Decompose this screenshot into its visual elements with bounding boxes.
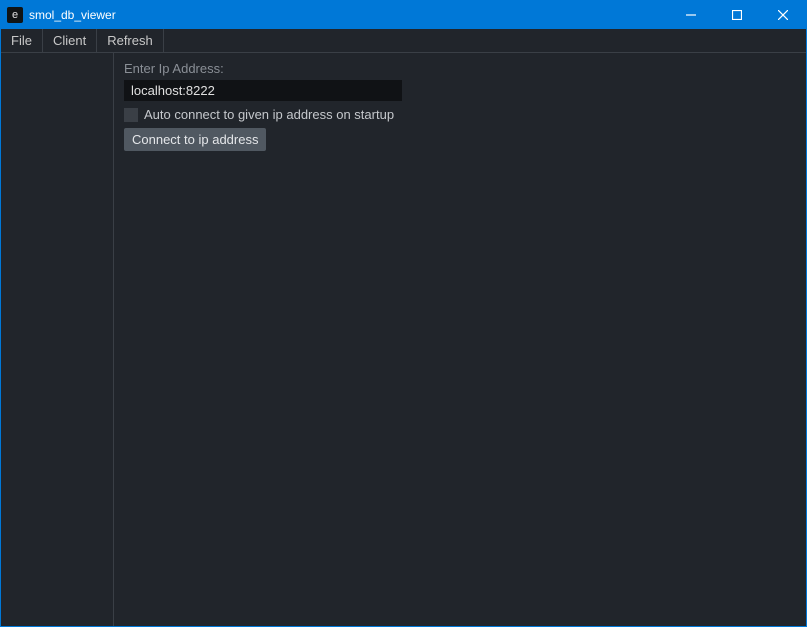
content-area: Enter Ip Address: Auto connect to given … xyxy=(1,53,806,626)
auto-connect-label: Auto connect to given ip address on star… xyxy=(144,107,394,122)
close-button[interactable] xyxy=(760,1,806,29)
titlebar[interactable]: e smol_db_viewer xyxy=(1,1,806,29)
ip-address-label: Enter Ip Address: xyxy=(124,61,796,76)
minimize-button[interactable] xyxy=(668,1,714,29)
minimize-icon xyxy=(686,10,696,20)
auto-connect-row: Auto connect to given ip address on star… xyxy=(124,107,796,122)
close-icon xyxy=(778,10,788,20)
menu-refresh[interactable]: Refresh xyxy=(97,29,164,52)
app-icon-letter: e xyxy=(12,9,18,21)
auto-connect-checkbox[interactable] xyxy=(124,108,138,122)
menu-client[interactable]: Client xyxy=(43,29,97,52)
window-title: smol_db_viewer xyxy=(29,8,668,22)
maximize-button[interactable] xyxy=(714,1,760,29)
window-controls xyxy=(668,1,806,29)
connect-button[interactable]: Connect to ip address xyxy=(124,128,266,151)
ip-address-input[interactable] xyxy=(124,80,402,101)
main-panel: Enter Ip Address: Auto connect to given … xyxy=(114,53,806,626)
menu-file[interactable]: File xyxy=(1,29,43,52)
maximize-icon xyxy=(732,10,742,20)
sidebar xyxy=(1,53,114,626)
app-icon: e xyxy=(7,7,23,23)
menubar: File Client Refresh xyxy=(1,29,806,53)
window-frame: e smol_db_viewer File Client Refresh Ent… xyxy=(0,0,807,627)
